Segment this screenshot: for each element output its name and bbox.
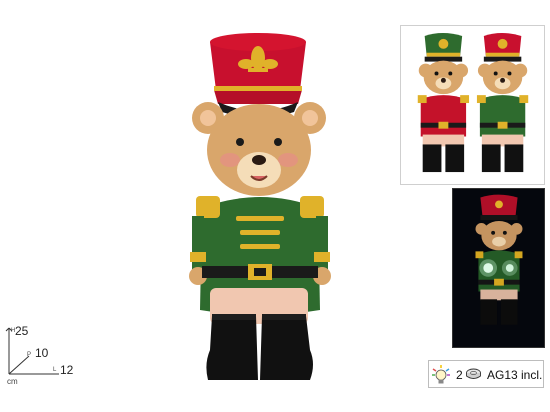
green-jacket-bear-variant [476, 33, 529, 173]
length-axis-label: L [53, 367, 57, 373]
main-bear-soldier-figure [189, 33, 331, 380]
battery-type-label: AG13 incl. [487, 368, 543, 382]
depth-axis-label: P [27, 352, 32, 358]
red-jacket-bear-variant [417, 33, 470, 173]
battery-quantity: 2 [456, 368, 463, 382]
unit-label: cm [7, 377, 18, 386]
led-glow-thumbnail [452, 188, 545, 348]
depth-value: 10 [35, 346, 49, 360]
glowing-bear-figure [475, 194, 523, 325]
bear-head [192, 102, 326, 196]
length-value: 12 [60, 363, 74, 377]
variants-thumbnail [400, 25, 545, 185]
battery-info-box: 2 AG13 incl. [428, 360, 544, 388]
light-bulb-icon [432, 365, 450, 384]
height-value: 25 [15, 324, 29, 338]
dimensions-diagram: H 25 P 10 L 12 cm [3, 322, 83, 386]
button-cell-battery-icon [466, 368, 481, 379]
